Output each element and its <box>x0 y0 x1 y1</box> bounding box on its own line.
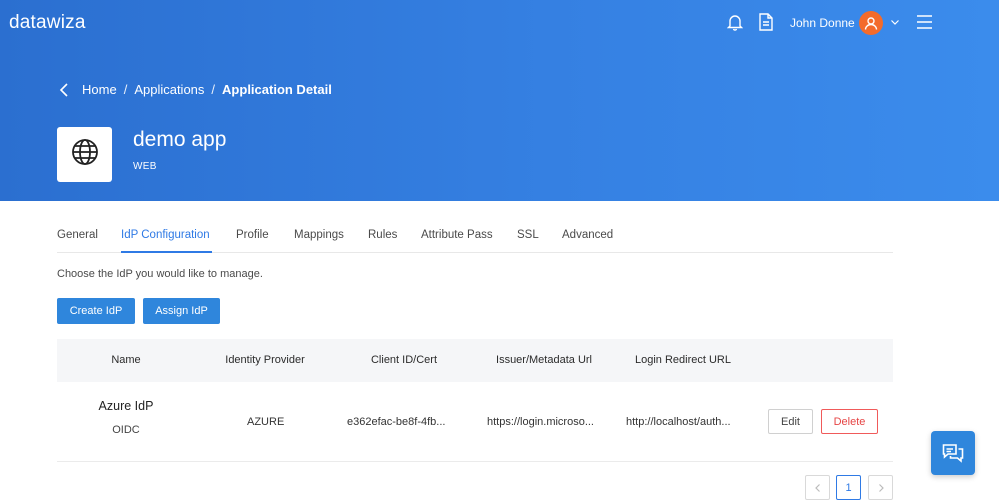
back-arrow-icon[interactable] <box>58 82 70 97</box>
assign-idp-button[interactable]: Assign IdP <box>143 298 220 324</box>
tab-idp-configuration[interactable]: IdP Configuration <box>121 229 210 241</box>
idp-name: Azure IdP <box>98 399 154 413</box>
idp-client-id: e362efac-be8f-4fb... <box>347 416 446 428</box>
page-header: datawiza John Donne Home / Applications … <box>0 0 999 201</box>
tab-advanced[interactable]: Advanced <box>562 229 613 241</box>
user-name[interactable]: John Donne <box>790 16 855 30</box>
breadcrumb: Home / Applications / Application Detail <box>58 82 332 97</box>
breadcrumb-separator: / <box>211 82 216 97</box>
table-header: Name Identity Provider Client ID/Cert Is… <box>57 339 893 382</box>
globe-icon <box>71 138 99 171</box>
pagination-prev-button[interactable] <box>805 475 830 500</box>
tab-mappings[interactable]: Mappings <box>294 229 344 241</box>
chat-support-button[interactable] <box>931 431 975 475</box>
datawiza-logo[interactable]: datawiza <box>9 12 86 34</box>
tab-ssl[interactable]: SSL <box>517 229 539 241</box>
delete-button[interactable]: Delete <box>821 409 878 434</box>
tab-profile[interactable]: Profile <box>236 229 269 241</box>
chevron-down-icon[interactable] <box>890 16 900 28</box>
instruction-text: Choose the IdP you would like to manage. <box>57 268 263 280</box>
app-name: demo app <box>133 128 227 151</box>
pagination-page-button[interactable]: 1 <box>836 475 861 500</box>
tab-attribute-pass[interactable]: Attribute Pass <box>421 229 493 241</box>
table-row: Azure IdP OIDC AZURE e362efac-be8f-4fb..… <box>57 382 893 462</box>
hamburger-menu-icon[interactable] <box>916 14 933 30</box>
column-header-issuer: Issuer/Metadata Url <box>496 354 592 366</box>
document-icon[interactable] <box>758 13 774 31</box>
column-header-identity-provider: Identity Provider <box>225 354 305 366</box>
user-avatar-icon[interactable] <box>859 11 883 35</box>
idp-provider: AZURE <box>247 416 285 428</box>
active-tab-indicator <box>121 251 212 253</box>
tab-general[interactable]: General <box>57 229 98 241</box>
idp-login-redirect-url: http://localhost/auth... <box>626 416 731 428</box>
column-header-client-id: Client ID/Cert <box>370 354 438 366</box>
column-header-name: Name <box>111 354 141 366</box>
breadcrumb-separator: / <box>123 82 128 97</box>
chevron-left-icon <box>814 483 820 492</box>
breadcrumb-current: Application Detail <box>222 82 332 97</box>
create-idp-button[interactable]: Create IdP <box>57 298 135 324</box>
app-type: WEB <box>133 161 157 172</box>
detail-tabs: General IdP Configuration Profile Mappin… <box>57 222 893 253</box>
app-icon-tile <box>57 127 112 182</box>
breadcrumb-home[interactable]: Home <box>82 82 117 97</box>
bell-icon[interactable] <box>727 13 743 31</box>
edit-button[interactable]: Edit <box>768 409 813 434</box>
idp-protocol: OIDC <box>112 424 140 436</box>
tab-rules[interactable]: Rules <box>368 229 397 241</box>
chevron-right-icon <box>878 483 884 492</box>
idp-issuer-url: https://login.microso... <box>487 416 594 428</box>
column-header-login-redirect: Login Redirect URL <box>635 354 731 366</box>
breadcrumb-applications[interactable]: Applications <box>134 82 204 97</box>
pagination-next-button[interactable] <box>868 475 893 500</box>
chat-icon <box>942 444 964 463</box>
